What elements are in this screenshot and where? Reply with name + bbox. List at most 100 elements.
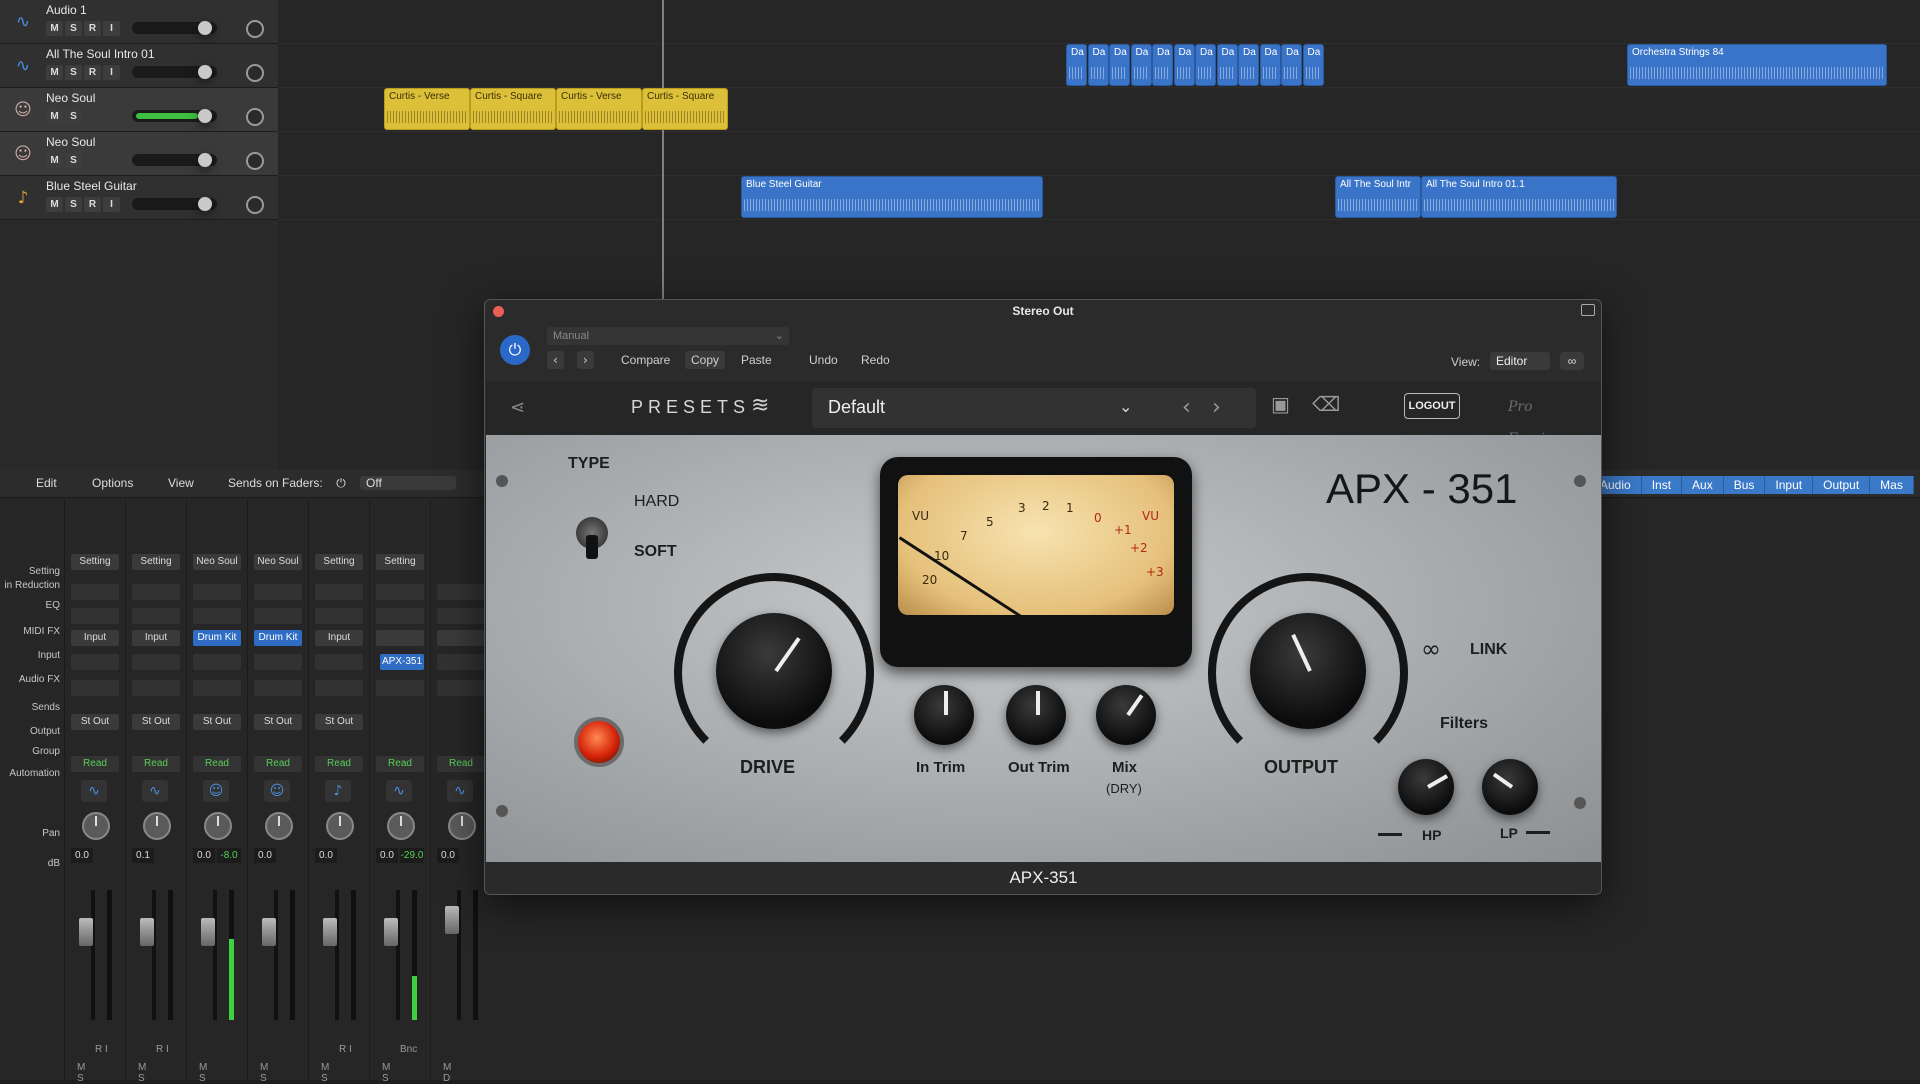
region-orchestra-strings[interactable]: Orchestra Strings 84 — [1627, 44, 1887, 86]
pan-knob[interactable] — [246, 64, 264, 82]
input-slot[interactable]: Input — [132, 630, 180, 646]
audio-fx-slot[interactable] — [254, 654, 302, 670]
filter-inst[interactable]: Inst — [1641, 476, 1683, 494]
region-da[interactable]: Da — [1195, 44, 1216, 86]
region-curtis-square[interactable]: Curtis - Square — [470, 88, 556, 130]
trash-icon[interactable]: ⌫ — [1312, 392, 1340, 416]
lp-filter-knob[interactable] — [1482, 759, 1538, 815]
track-header-neo-soul-2[interactable]: ☺ Neo Soul M S — [0, 132, 278, 176]
mute-solo-buttons[interactable]: M S — [77, 1062, 122, 1084]
solo-button[interactable]: S — [65, 109, 82, 124]
track-lane[interactable] — [278, 176, 1920, 220]
presets-label[interactable]: PRESETS — [631, 397, 750, 418]
output-slot[interactable]: St Out — [254, 714, 302, 730]
region-da[interactable]: Da — [1066, 44, 1087, 86]
region-all-the-soul-intro-01-1[interactable]: All The Soul Intro 01.1 — [1421, 176, 1617, 218]
sends-slot[interactable] — [437, 680, 485, 696]
mute-button[interactable]: M — [46, 197, 63, 212]
region-da[interactable]: Da — [1216, 44, 1238, 86]
input-slot[interactable]: Input — [71, 630, 119, 646]
next-preset-button[interactable]: › — [577, 351, 594, 369]
automation-mode[interactable]: Read — [315, 756, 363, 772]
automation-mode[interactable]: Read — [132, 756, 180, 772]
input-monitor-button[interactable]: I — [103, 197, 120, 212]
output-slot[interactable]: St Out — [132, 714, 180, 730]
region-da[interactable]: Da — [1302, 44, 1324, 86]
region-da[interactable]: Da — [1109, 44, 1130, 86]
input-monitor-button[interactable]: I — [103, 21, 120, 36]
eq-slot[interactable] — [254, 584, 302, 600]
output-slot[interactable]: St Out — [193, 714, 241, 730]
region-da[interactable]: Da — [1087, 44, 1109, 86]
setting-button[interactable]: Neo Soul — [254, 554, 302, 570]
solo-button[interactable]: S — [65, 197, 82, 212]
setting-button[interactable]: Neo Soul — [193, 554, 241, 570]
record-button[interactable]: R — [84, 197, 101, 212]
record-input-buttons[interactable]: R I — [156, 1044, 169, 1055]
setting-button[interactable]: Setting — [71, 554, 119, 570]
redo-button[interactable]: Redo — [855, 351, 896, 369]
filter-aux[interactable]: Aux — [1682, 476, 1724, 494]
mute-solo-buttons[interactable]: M S — [382, 1062, 427, 1084]
view-menu[interactable]: View — [168, 476, 194, 490]
mute-solo-buttons[interactable]: M S — [260, 1062, 305, 1084]
region-all-the-soul-intr[interactable]: All The Soul Intr — [1335, 176, 1421, 218]
pan-knob[interactable] — [326, 812, 354, 840]
pan-knob[interactable] — [82, 812, 110, 840]
output-slot[interactable]: St Out — [315, 714, 363, 730]
audio-fx-slot[interactable]: APX-351 — [380, 654, 424, 670]
drive-knob[interactable] — [716, 613, 832, 729]
eq-slot[interactable] — [132, 584, 180, 600]
power-icon[interactable]: ⏻ — [332, 476, 350, 492]
volume-fader[interactable] — [323, 918, 337, 946]
region-curtis-verse[interactable]: Curtis - Verse — [556, 88, 642, 130]
previous-preset-arrow-icon[interactable]: ‹ — [1182, 395, 1191, 420]
solo-button[interactable]: S — [65, 21, 82, 36]
mute-button[interactable]: M — [46, 21, 63, 36]
volume-fader[interactable] — [132, 65, 217, 79]
region-da[interactable]: Da — [1259, 44, 1281, 86]
input-monitor-button[interactable]: I — [103, 65, 120, 80]
automation-mode[interactable]: Read — [254, 756, 302, 772]
track-lane[interactable] — [278, 132, 1920, 176]
mute-button[interactable]: M — [46, 65, 63, 80]
volume-fader[interactable] — [262, 918, 276, 946]
pan-knob[interactable] — [246, 108, 264, 126]
out-trim-knob[interactable] — [1006, 685, 1066, 745]
plugin-window[interactable]: Stereo Out ⏻ Manual ⌄ ‹ › Compare Copy P… — [484, 299, 1602, 895]
record-input-buttons[interactable]: Bnc — [400, 1044, 417, 1055]
volume-fader[interactable] — [132, 153, 217, 167]
mute-button[interactable]: M — [46, 109, 63, 124]
automation-mode[interactable]: Read — [376, 756, 424, 772]
region-curtis-square[interactable]: Curtis - Square — [642, 88, 728, 130]
pan-knob[interactable] — [246, 20, 264, 38]
copy-button[interactable]: Copy — [685, 351, 726, 369]
volume-fader[interactable] — [132, 21, 217, 35]
sends-slot[interactable] — [315, 680, 363, 696]
presets-menu-icon[interactable]: ≋ — [751, 393, 769, 418]
region-da[interactable]: Da — [1238, 44, 1259, 86]
record-button[interactable]: R — [84, 65, 101, 80]
audio-fx-slot[interactable] — [193, 654, 241, 670]
share-icon[interactable]: ⋖ — [510, 397, 525, 418]
preset-browser[interactable]: Default ⌄ ‹ › — [812, 388, 1256, 428]
input-slot[interactable] — [437, 630, 485, 646]
paste-button[interactable]: Paste — [735, 351, 778, 369]
midi-fx-slot[interactable] — [315, 608, 363, 624]
volume-fader[interactable] — [132, 109, 217, 123]
view-select[interactable]: Editor — [1490, 352, 1550, 370]
eq-slot[interactable] — [193, 584, 241, 600]
type-toggle-switch[interactable] — [576, 517, 608, 559]
region-da[interactable]: Da — [1130, 44, 1152, 86]
solo-button[interactable]: S — [65, 153, 82, 168]
link-icon[interactable]: ∞ — [1421, 635, 1441, 663]
midi-fx-slot[interactable] — [376, 608, 424, 624]
undo-button[interactable]: Undo — [803, 351, 844, 369]
setting-button[interactable]: Setting — [376, 554, 424, 570]
input-slot[interactable] — [376, 630, 424, 646]
region-da[interactable]: Da — [1173, 44, 1195, 86]
sends-slot[interactable] — [71, 680, 119, 696]
hp-filter-knob[interactable] — [1398, 759, 1454, 815]
midi-fx-slot[interactable] — [193, 608, 241, 624]
audio-fx-slot[interactable] — [71, 654, 119, 670]
